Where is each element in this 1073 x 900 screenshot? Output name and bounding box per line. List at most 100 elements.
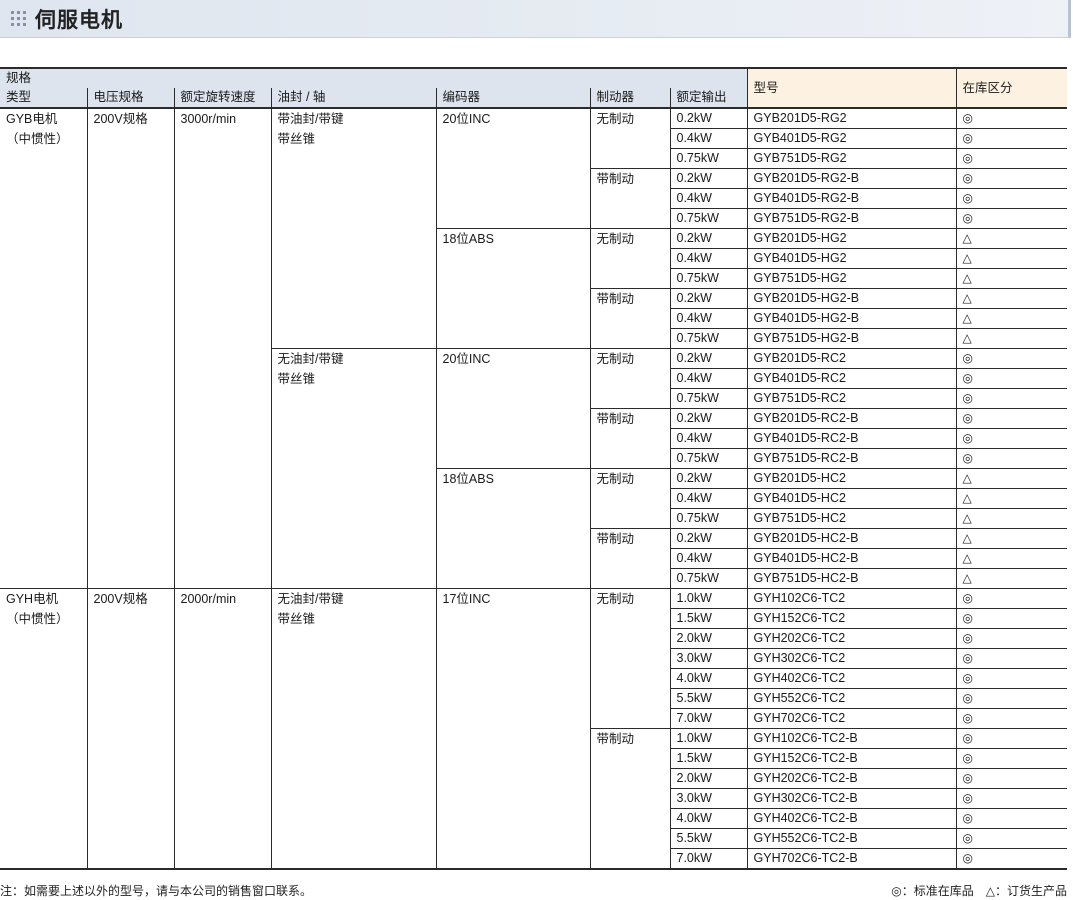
stock-cell: ◎ bbox=[955, 808, 1068, 829]
output-cell: 3.0kW bbox=[669, 648, 748, 669]
model-cell-label: GYH152C6-TC2-B bbox=[753, 751, 858, 765]
stock-cell: ◎ bbox=[955, 608, 1068, 629]
stock-cell: ◎ bbox=[955, 708, 1068, 729]
stock-cell-label: ◎ bbox=[962, 771, 973, 785]
model-cell-label: GYH202C6-TC2 bbox=[753, 631, 846, 645]
header-encoder: 编码器 bbox=[435, 88, 590, 109]
stock-cell: ◎ bbox=[955, 188, 1068, 209]
output-cell: 0.4kW bbox=[669, 368, 748, 389]
output-cell-label: 0.2kW bbox=[676, 351, 712, 365]
model-cell: GYB201D5-HC2 bbox=[746, 468, 957, 489]
model-cell-label: GYB201D5-RG2 bbox=[753, 111, 847, 125]
output-cell: 4.0kW bbox=[669, 668, 748, 689]
brake-cell: 带制动 bbox=[589, 408, 670, 469]
model-cell-label: GYB201D5-HC2 bbox=[753, 471, 846, 485]
header-type: 类型 bbox=[0, 88, 87, 109]
seal-shaft-cell: 无油封/带键 带丝锥 bbox=[270, 588, 436, 870]
output-cell: 7.0kW bbox=[669, 848, 748, 870]
output-cell-label: 0.4kW bbox=[676, 371, 712, 385]
output-cell: 1.5kW bbox=[669, 748, 748, 769]
output-cell-label: 3.0kW bbox=[676, 651, 712, 665]
brake-cell: 无制动 bbox=[589, 108, 670, 169]
model-cell: GYB751D5-HC2 bbox=[746, 508, 957, 529]
seal-shaft-cell: 无油封/带键 带丝锥 bbox=[270, 348, 436, 589]
spec-table-body: GYB电机 （中惯性） 200V规格 3000r/min 带油封/带键 带丝锥 20位INC… bbox=[0, 108, 1068, 870]
speed-cell-label: 3000r/min bbox=[180, 112, 237, 126]
stock-cell: △ bbox=[955, 248, 1068, 269]
model-cell: GYB751D5-HG2-B bbox=[746, 328, 957, 349]
stock-cell-label: △ bbox=[962, 271, 972, 285]
model-cell-label: GYH402C6-TC2 bbox=[753, 671, 846, 685]
stock-cell-label: ◎ bbox=[962, 671, 973, 685]
model-cell: GYB401D5-HC2-B bbox=[746, 548, 957, 569]
model-cell: GYH702C6-TC2-B bbox=[746, 848, 957, 870]
stock-cell: △ bbox=[955, 328, 1068, 349]
dot-grid-icon bbox=[11, 11, 27, 27]
model-cell-label: GYH702C6-TC2-B bbox=[753, 851, 858, 865]
stock-cell: ◎ bbox=[955, 768, 1068, 789]
output-cell-label: 0.75kW bbox=[676, 331, 719, 345]
model-cell: GYB201D5-RC2 bbox=[746, 348, 957, 369]
model-cell-label: GYB401D5-HG2 bbox=[753, 251, 847, 265]
table-row: GYH电机 （中惯性） 200V规格 2000r/min 无油封/带键 带丝锥 17位INC… bbox=[0, 588, 1068, 870]
table-row: GYB电机 （中惯性） 200V规格 3000r/min 带油封/带键 带丝锥 20位INC… bbox=[0, 108, 1068, 589]
output-cell: 3.0kW bbox=[669, 788, 748, 809]
stock-cell: ◎ bbox=[955, 388, 1068, 409]
stock-cell: △ bbox=[955, 228, 1068, 249]
page-title: 伺服电机 bbox=[35, 8, 123, 32]
model-cell: GYH302C6-TC2-B bbox=[746, 788, 957, 809]
model-cell: GYB751D5-HG2 bbox=[746, 268, 957, 289]
header-output: 额定输出 bbox=[669, 88, 748, 109]
output-cell-label: 0.4kW bbox=[676, 551, 712, 565]
model-cell: GYB401D5-RG2-B bbox=[746, 188, 957, 209]
stock-cell-label: ◎ bbox=[962, 351, 973, 365]
output-cell: 0.4kW bbox=[669, 128, 748, 149]
motor-type-cell-label: GYB电机 bbox=[6, 112, 58, 126]
output-cell: 7.0kW bbox=[669, 708, 748, 729]
stock-cell: △ bbox=[955, 488, 1068, 509]
output-cell: 0.75kW bbox=[669, 388, 748, 409]
output-cell-label: 0.2kW bbox=[676, 471, 712, 485]
model-cell-label: GYB201D5-HC2-B bbox=[753, 531, 859, 545]
output-cell: 0.2kW bbox=[669, 228, 748, 249]
model-cell-label: GYH702C6-TC2 bbox=[753, 711, 846, 725]
model-cell: GYB201D5-RG2 bbox=[746, 108, 957, 129]
model-cell: GYH152C6-TC2-B bbox=[746, 748, 957, 769]
stock-cell-label: △ bbox=[962, 251, 972, 265]
output-cell-label: 1.0kW bbox=[676, 731, 712, 745]
output-cell: 0.75kW bbox=[669, 268, 748, 289]
output-cell: 0.4kW bbox=[669, 248, 748, 269]
brake-cell-label: 带制动 bbox=[596, 172, 635, 186]
model-cell-label: GYH102C6-TC2-B bbox=[753, 731, 858, 745]
output-cell-label: 0.75kW bbox=[676, 511, 719, 525]
model-cell-label: GYB401D5-HC2 bbox=[753, 491, 846, 505]
encoder-cell-label: 18位ABS bbox=[442, 232, 494, 246]
encoder-cell-label: 20位INC bbox=[442, 352, 491, 366]
encoder-cell-label: 20位INC bbox=[442, 112, 491, 126]
brake-cell: 带制动 bbox=[589, 528, 670, 589]
stock-cell: ◎ bbox=[955, 148, 1068, 169]
stock-cell-label: ◎ bbox=[962, 411, 973, 425]
encoder-cell-label: 17位INC bbox=[442, 592, 491, 606]
model-cell: GYB751D5-RG2-B bbox=[746, 208, 957, 229]
brake-cell-label: 带制动 bbox=[596, 292, 635, 306]
header-stock: 在库区分 bbox=[956, 67, 1068, 109]
model-cell-label: GYB751D5-RG2 bbox=[753, 151, 847, 165]
model-cell: GYB201D5-HG2 bbox=[746, 228, 957, 249]
stock-cell-label: ◎ bbox=[962, 791, 973, 805]
model-cell: GYB401D5-HG2-B bbox=[746, 308, 957, 329]
brake-cell-label: 带制动 bbox=[596, 412, 635, 426]
model-cell-label: GYB401D5-HC2-B bbox=[753, 551, 859, 565]
stock-cell-label: ◎ bbox=[962, 611, 973, 625]
stock-cell: ◎ bbox=[955, 348, 1068, 369]
stock-cell: △ bbox=[955, 528, 1068, 549]
output-cell: 0.4kW bbox=[669, 488, 748, 509]
stock-cell-label: ◎ bbox=[962, 211, 973, 225]
model-cell: GYH102C6-TC2 bbox=[746, 588, 957, 609]
seal-shaft-cell-sublabel: 带丝锥 bbox=[277, 612, 316, 626]
encoder-cell: 20位INC bbox=[435, 108, 590, 229]
model-cell: GYB201D5-RG2-B bbox=[746, 168, 957, 189]
stock-cell: △ bbox=[955, 288, 1068, 309]
brake-cell-label: 带制动 bbox=[596, 732, 635, 746]
stock-cell-label: ◎ bbox=[962, 851, 973, 865]
